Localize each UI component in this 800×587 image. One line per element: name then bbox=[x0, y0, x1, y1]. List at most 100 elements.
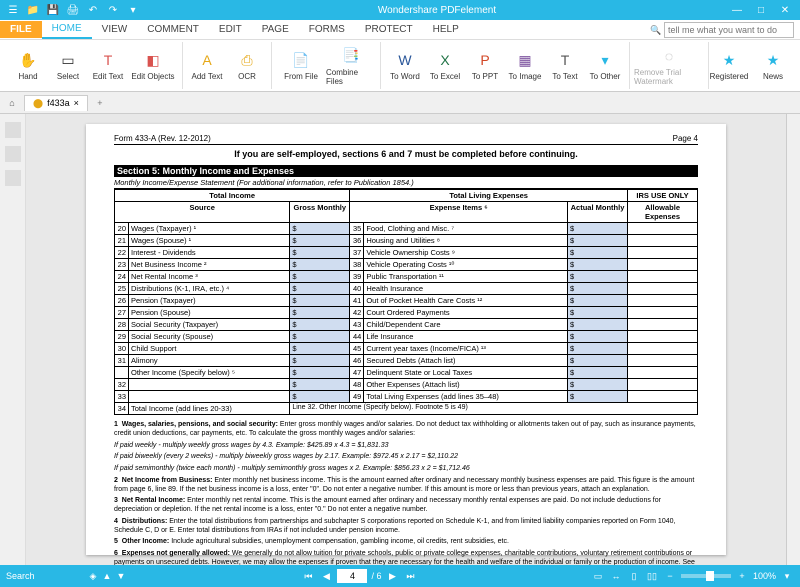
two-page-icon[interactable]: ▯▯ bbox=[645, 569, 659, 583]
menu-page[interactable]: PAGE bbox=[252, 21, 299, 38]
search-input[interactable] bbox=[664, 22, 794, 38]
to-word-button[interactable]: WTo Word bbox=[385, 43, 425, 89]
combine-button[interactable]: 📑Combine Files bbox=[326, 43, 376, 89]
add-text-button[interactable]: AAdd Text bbox=[187, 43, 227, 89]
minimize-button[interactable]: — bbox=[728, 1, 746, 19]
ppt-icon: P bbox=[475, 50, 495, 70]
footnote: 4 Distributions: Enter the total distrib… bbox=[114, 518, 698, 536]
table-row: 21Wages (Spouse) ¹$36Housing and Utiliti… bbox=[115, 235, 698, 247]
document-tab[interactable]: ⬤ f433a × bbox=[24, 95, 88, 111]
fit-width-icon[interactable]: ↔ bbox=[609, 569, 623, 583]
gutter-forms[interactable] bbox=[5, 170, 21, 186]
news-button[interactable]: ★News bbox=[753, 43, 793, 89]
zoom-more-icon[interactable]: ▾ bbox=[780, 569, 794, 583]
gutter-bookmarks[interactable] bbox=[5, 146, 21, 162]
text-icon: T bbox=[555, 50, 575, 70]
zoom-slider[interactable] bbox=[681, 574, 731, 578]
add-text-icon: A bbox=[197, 50, 217, 70]
registered-icon: ★ bbox=[719, 50, 739, 70]
open-icon[interactable]: 📁 bbox=[24, 1, 42, 19]
home-tab-icon[interactable]: ⌂ bbox=[4, 95, 20, 111]
ocr-button[interactable]: ⎙OCR bbox=[227, 43, 267, 89]
to-image-button[interactable]: ▦To Image bbox=[505, 43, 545, 89]
left-gutter bbox=[0, 114, 26, 565]
up-icon[interactable]: ▲ bbox=[100, 569, 114, 583]
th-actual: Actual Monthly bbox=[568, 202, 628, 223]
from-file-icon: 📄 bbox=[291, 50, 311, 70]
menu-view[interactable]: VIEW bbox=[92, 21, 138, 38]
zoom-in-icon[interactable]: + bbox=[735, 569, 749, 583]
first-page-icon[interactable]: ⏮ bbox=[301, 569, 315, 583]
menu-forms[interactable]: FORMS bbox=[299, 21, 355, 38]
last-page-icon[interactable]: ⏭ bbox=[403, 569, 417, 583]
table-row: 33$49Total Living Expenses (add lines 35… bbox=[115, 391, 698, 403]
section-5-header: Section 5: Monthly Income and Expenses bbox=[114, 165, 698, 177]
title-bar: ☰ 📁 💾 🖨 ↶ ↷ ▾ Wondershare PDFelement — □… bbox=[0, 0, 800, 20]
menu-protect[interactable]: PROTECT bbox=[355, 21, 423, 38]
word-icon: W bbox=[395, 50, 415, 70]
to-ppt-button[interactable]: PTo PPT bbox=[465, 43, 505, 89]
down-icon[interactable]: ▼ bbox=[114, 569, 128, 583]
page-input[interactable] bbox=[337, 569, 367, 583]
quick-access-toolbar: ☰ 📁 💾 🖨 ↶ ↷ ▾ bbox=[0, 1, 146, 19]
edit-objects-button[interactable]: ◧Edit Objects bbox=[128, 43, 178, 89]
status-search[interactable]: Search bbox=[6, 571, 86, 581]
menu-help[interactable]: HELP bbox=[423, 21, 469, 38]
tell-me-search[interactable]: 🔍 bbox=[650, 22, 794, 38]
close-button[interactable]: ✕ bbox=[776, 1, 794, 19]
hand-icon: ✋ bbox=[18, 50, 38, 70]
prev-page-icon[interactable]: ◀ bbox=[319, 569, 333, 583]
combine-icon: 📑 bbox=[341, 46, 361, 66]
save-icon[interactable]: 💾 bbox=[44, 1, 62, 19]
remove-watermark-button[interactable]: ◌Remove Trial Watermark bbox=[634, 43, 704, 89]
footnote: 2 Net Income from Business: Enter monthl… bbox=[114, 477, 698, 495]
status-bar: Search ◈ ▲ ▼ ⏮ ◀ / 6 ▶ ⏭ ▭ ↔ ▯ ▯▯ − + 10… bbox=[0, 565, 800, 587]
select-button[interactable]: ▭Select bbox=[48, 43, 88, 89]
footnote: If paid semimonthly (twice each month) -… bbox=[114, 465, 698, 474]
menu-comment[interactable]: COMMENT bbox=[137, 21, 209, 38]
zoom-out-icon[interactable]: − bbox=[663, 569, 677, 583]
footnotes: 1 Wages, salaries, pensions, and social … bbox=[114, 421, 698, 565]
th-expense-items: Expense Items ⁶ bbox=[350, 202, 568, 223]
menu-home[interactable]: HOME bbox=[42, 20, 92, 39]
menu-file[interactable]: FILE bbox=[0, 21, 42, 38]
from-file-button[interactable]: 📄From File bbox=[276, 43, 326, 89]
registered-button[interactable]: ★Registered bbox=[709, 43, 749, 89]
add-tab-button[interactable]: + bbox=[92, 95, 108, 111]
table-row: 32$48Other Expenses (Attach list)$ bbox=[115, 379, 698, 391]
menu-icon[interactable]: ☰ bbox=[4, 1, 22, 19]
single-page-icon[interactable]: ▯ bbox=[627, 569, 641, 583]
next-page-icon[interactable]: ▶ bbox=[385, 569, 399, 583]
edit-text-button[interactable]: TEdit Text bbox=[88, 43, 128, 89]
undo-icon[interactable]: ↶ bbox=[84, 1, 102, 19]
to-other-button[interactable]: ▾To Other bbox=[585, 43, 625, 89]
to-excel-button[interactable]: XTo Excel bbox=[425, 43, 465, 89]
redo-icon[interactable]: ↷ bbox=[104, 1, 122, 19]
form-page: Page 4 bbox=[673, 134, 698, 143]
search-icon: 🔍 bbox=[650, 25, 661, 35]
app-title: Wondershare PDFelement bbox=[146, 5, 728, 16]
vertical-scrollbar[interactable] bbox=[786, 114, 800, 565]
doc-tab-label: f433a bbox=[47, 98, 70, 108]
qat-more-icon[interactable]: ▾ bbox=[124, 1, 142, 19]
maximize-button[interactable]: □ bbox=[752, 1, 770, 19]
table-row: 27Pension (Spouse)$42Court Ordered Payme… bbox=[115, 307, 698, 319]
hand-button[interactable]: ✋Hand bbox=[8, 43, 48, 89]
table-row: 20Wages (Taxpayer) ¹$35Food, Clothing an… bbox=[115, 223, 698, 235]
to-text-button[interactable]: TTo Text bbox=[545, 43, 585, 89]
gutter-thumbnails[interactable] bbox=[5, 122, 21, 138]
doc-tab-close[interactable]: × bbox=[74, 98, 79, 108]
menu-edit[interactable]: EDIT bbox=[209, 21, 252, 38]
table-row: 29Social Security (Spouse)$44Life Insura… bbox=[115, 331, 698, 343]
footnote: If paid weekly - multiply weekly gross w… bbox=[114, 442, 698, 451]
rearrange-icon[interactable]: ◈ bbox=[86, 569, 100, 583]
menu-bar: FILE HOME VIEW COMMENT EDIT PAGE FORMS P… bbox=[0, 20, 800, 40]
page-total: / 6 bbox=[371, 571, 381, 581]
section-5-sub: Monthly Income/Expense Statement (For ad… bbox=[114, 177, 698, 189]
document-viewport[interactable]: Form 433-A (Rev. 12-2012) Page 4 If you … bbox=[26, 114, 786, 565]
table-row: 30Child Support$45Current year taxes (In… bbox=[115, 343, 698, 355]
form-rev: Form 433-A (Rev. 12-2012) bbox=[114, 134, 211, 143]
fit-page-icon[interactable]: ▭ bbox=[591, 569, 605, 583]
continue-note: If you are self-employed, sections 6 and… bbox=[114, 149, 698, 159]
print-icon[interactable]: 🖨 bbox=[64, 1, 82, 19]
